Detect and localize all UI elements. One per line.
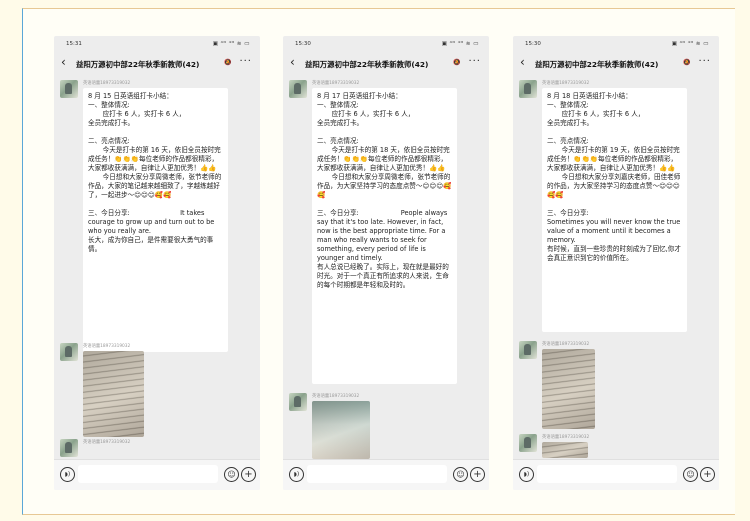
more-icon[interactable]: ···	[698, 56, 711, 67]
message-report: 英语语蕾18973319032 8 月 15 日英语组打卡小结： 一、整体情况:…	[60, 80, 256, 355]
message-photo: 英语语蕾18973319032	[519, 434, 715, 458]
notebook-photo[interactable]	[542, 442, 588, 458]
avatar[interactable]	[519, 434, 537, 452]
notebook-photo[interactable]	[542, 349, 595, 429]
message-bubble[interactable]: 8 月 15 日英语组打卡小结： 一、整体情况: 应打卡 6 人，实打卡 6 人…	[83, 88, 228, 352]
sender-name: 英语语蕾18973319032	[83, 81, 131, 86]
avatar[interactable]	[60, 343, 78, 361]
avatar[interactable]	[519, 80, 537, 98]
message-bubble[interactable]: 8 月 18 日英语组打卡小结： 一、整体情况: 应打卡 6 人，实打卡 6 人…	[542, 88, 687, 332]
report-text: 8 月 17 日英语组打卡小结： 一、整体情况: 应打卡 6 人，实打卡 6 人…	[317, 92, 452, 289]
status-icons: ▣ ⁴ᴳ ⁴ᴳ ≋ ▭	[671, 41, 709, 47]
phone-screen-1: 15:31 ▣ ⁴ᴳ ⁴ᴳ ≋ ▭ ‹ 益阳万源初中部22年秋季新教师(42) …	[54, 36, 260, 490]
message-input[interactable]	[307, 465, 447, 483]
more-icon[interactable]: ···	[239, 56, 252, 67]
avatar[interactable]	[60, 439, 78, 457]
phone-screen-3: 15:30 ▣ ⁴ᴳ ⁴ᴳ ≋ ▭ ‹ 益阳万源初中部22年秋季新教师(42) …	[513, 36, 719, 490]
status-time: 15:30	[525, 41, 541, 47]
chat-input-bar: ◗) ☺ +	[283, 459, 489, 490]
sender-name: 英语语蕾18973319032	[542, 81, 590, 86]
chat-input-bar: ◗) ☺ +	[54, 459, 260, 490]
notebook-photo[interactable]	[312, 401, 370, 459]
chat-header: ‹ 益阳万源初中部22年秋季新教师(42) 🔕 ···	[54, 53, 260, 75]
report-text: 8 月 18 日英语组打卡小结： 一、整体情况: 应打卡 6 人，实打卡 6 人…	[547, 92, 681, 262]
mute-icon: 🔕	[683, 59, 691, 66]
sender-name: 英语语蕾18973319032	[542, 342, 590, 347]
emoji-icon[interactable]: ☺	[453, 467, 468, 482]
group-title: 益阳万源初中部22年秋季新教师(42)	[76, 60, 200, 69]
chat-input-bar: ◗) ☺ +	[513, 459, 719, 490]
group-title: 益阳万源初中部22年秋季新教师(42)	[535, 60, 659, 69]
sender-name: 英语语蕾18973319032	[83, 344, 131, 349]
chevron-left-icon[interactable]: ‹	[61, 55, 66, 69]
voice-icon[interactable]: ◗)	[289, 467, 304, 482]
emoji-icon[interactable]: ☺	[683, 467, 698, 482]
chat-header: ‹ 益阳万源初中部22年秋季新教师(42) 🔕 ···	[283, 53, 489, 75]
message-report: 英语语蕾18973319032 8 月 18 日英语组打卡小结： 一、整体情况:…	[519, 80, 715, 332]
status-time: 15:31	[66, 41, 82, 47]
group-title: 益阳万源初中部22年秋季新教师(42)	[305, 60, 429, 69]
message-report: 英语语蕾18973319032 8 月 17 日英语组打卡小结： 一、整体情况:…	[289, 80, 485, 386]
more-icon[interactable]: ···	[468, 56, 481, 67]
status-bar: 15:30 ▣ ⁴ᴳ ⁴ᴳ ≋ ▭	[283, 36, 489, 50]
message-photo: 英语语蕾18973319032	[519, 341, 715, 431]
status-icons: ▣ ⁴ᴳ ⁴ᴳ ≋ ▭	[212, 41, 250, 47]
emoji-icon[interactable]: ☺	[224, 467, 239, 482]
status-bar: 15:30 ▣ ⁴ᴳ ⁴ᴳ ≋ ▭	[513, 36, 719, 50]
sender-name: 英语语蕾18973319032	[312, 394, 360, 399]
message-photo: 英语语蕾18973319032	[60, 343, 256, 437]
notebook-photo[interactable]	[83, 351, 144, 437]
status-icons: ▣ ⁴ᴳ ⁴ᴳ ≋ ▭	[441, 41, 479, 47]
sender-name: 英语语蕾18973319032	[542, 435, 590, 440]
plus-icon[interactable]: +	[241, 467, 256, 482]
mute-icon: 🔕	[224, 59, 232, 66]
message-input[interactable]	[78, 465, 218, 483]
plus-icon[interactable]: +	[470, 467, 485, 482]
chat-header: ‹ 益阳万源初中部22年秋季新教师(42) 🔕 ···	[513, 53, 719, 75]
message-bubble[interactable]: 8 月 17 日英语组打卡小结： 一、整体情况: 应打卡 6 人，实打卡 6 人…	[312, 88, 457, 384]
voice-icon[interactable]: ◗)	[519, 467, 534, 482]
document-frame: 15:31 ▣ ⁴ᴳ ⁴ᴳ ≋ ▭ ‹ 益阳万源初中部22年秋季新教师(42) …	[22, 8, 735, 515]
avatar[interactable]	[289, 80, 307, 98]
sender-name: 英语语蕾18973319032	[83, 440, 131, 445]
message-photo: 英语语蕾18973319032	[289, 393, 485, 463]
chevron-left-icon[interactable]: ‹	[290, 55, 295, 69]
phone-screen-2: 15:30 ▣ ⁴ᴳ ⁴ᴳ ≋ ▭ ‹ 益阳万源初中部22年秋季新教师(42) …	[283, 36, 489, 490]
avatar[interactable]	[519, 341, 537, 359]
plus-icon[interactable]: +	[700, 467, 715, 482]
status-time: 15:30	[295, 41, 311, 47]
report-text: 8 月 15 日英语组打卡小结： 一、整体情况: 应打卡 6 人，实打卡 6 人…	[88, 92, 222, 253]
sender-name: 英语语蕾18973319032	[312, 81, 360, 86]
message-photo: 英语语蕾18973319032	[60, 439, 256, 459]
avatar[interactable]	[60, 80, 78, 98]
status-bar: 15:31 ▣ ⁴ᴳ ⁴ᴳ ≋ ▭	[54, 36, 260, 50]
voice-icon[interactable]: ◗)	[60, 467, 75, 482]
chevron-left-icon[interactable]: ‹	[520, 55, 525, 69]
message-input[interactable]	[537, 465, 677, 483]
avatar[interactable]	[289, 393, 307, 411]
mute-icon: 🔕	[453, 59, 461, 66]
